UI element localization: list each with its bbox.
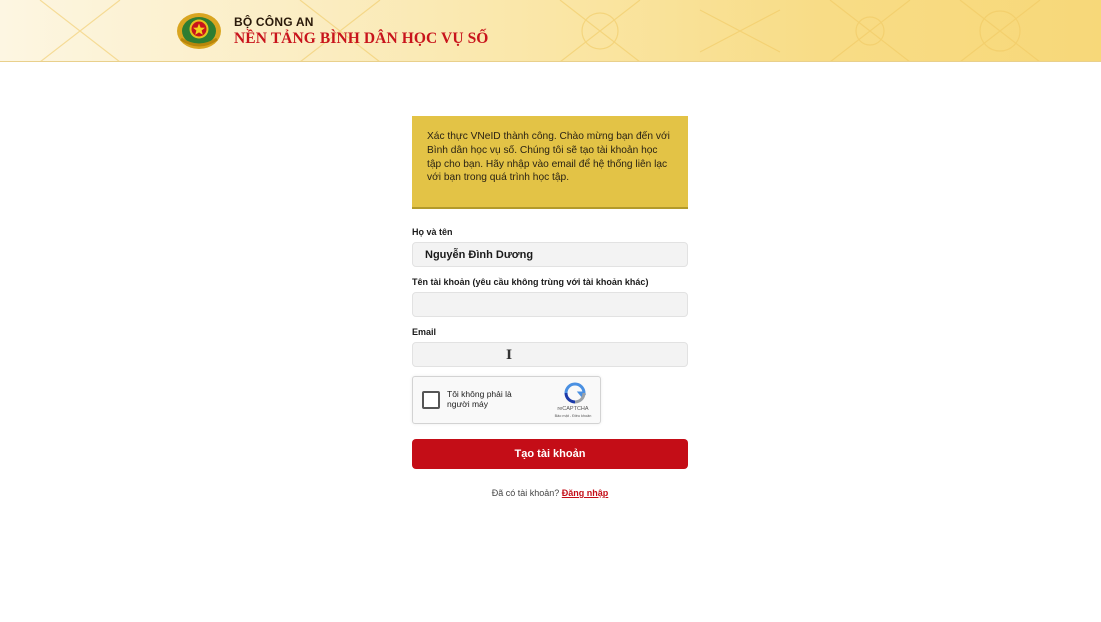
- text-cursor-icon: Ⅰ: [506, 348, 513, 363]
- recaptcha-links[interactable]: Bảo mật - Điều khoản: [544, 414, 602, 418]
- username-group: Tên tài khoản (yêu cầu không trùng với t…: [412, 277, 688, 317]
- account-form: Xác thực VNeID thành công. Chào mừng bạn…: [412, 116, 688, 498]
- login-link[interactable]: Đăng nhập: [562, 488, 609, 498]
- fullname-label: Họ và tên: [412, 227, 453, 237]
- header-divider: [0, 61, 1101, 62]
- fullname-input[interactable]: Nguyễn Đình Dương: [412, 242, 688, 267]
- brand-ministry: BỘ CÔNG AN: [234, 15, 314, 29]
- fullname-group: Họ và tên Nguyễn Đình Dương: [412, 227, 688, 267]
- login-prompt: Đã có tài khoản? Đăng nhập: [412, 488, 688, 498]
- email-input[interactable]: Ⅰ: [412, 342, 688, 367]
- email-label: Email: [412, 327, 437, 337]
- brand-platform-title[interactable]: NỀN TẢNG BÌNH DÂN HỌC VỤ SỐ: [234, 30, 488, 48]
- verification-notice: Xác thực VNeID thành công. Chào mừng bạn…: [412, 116, 688, 209]
- username-label: Tên tài khoản (yêu cầu không trùng với t…: [412, 277, 649, 287]
- recaptcha-label: Tôi không phải là người máy: [447, 389, 512, 409]
- police-emblem-icon[interactable]: [175, 11, 223, 51]
- recaptcha-logo-icon: [564, 382, 587, 404]
- username-input[interactable]: [412, 292, 688, 317]
- recaptcha-widget: Tôi không phải là người máy reCAPTCHA Bả…: [412, 376, 601, 424]
- recaptcha-checkbox[interactable]: [422, 391, 440, 409]
- recaptcha-brand: reCAPTCHA: [557, 406, 589, 412]
- email-group: Email Ⅰ: [412, 327, 688, 367]
- header-pattern: [39, 0, 1041, 62]
- create-account-button[interactable]: Tạo tài khoản: [412, 439, 688, 469]
- site-header: BỘ CÔNG AN NỀN TẢNG BÌNH DÂN HỌC VỤ SỐ: [0, 0, 1101, 62]
- have-account-text: Đã có tài khoản?: [491, 488, 560, 498]
